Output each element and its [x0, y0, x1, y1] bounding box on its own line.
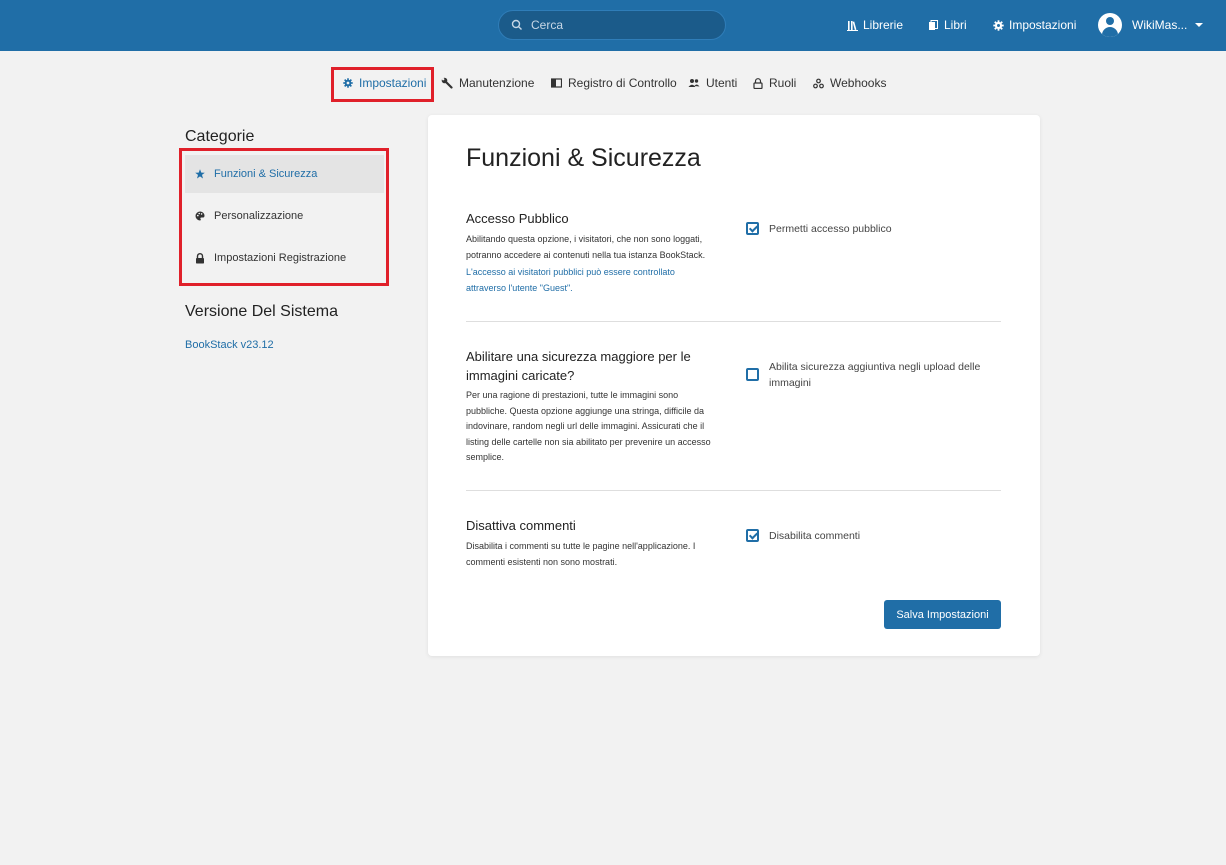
highlight-box [331, 67, 434, 102]
page-title: Funzioni & Sicurezza [466, 144, 701, 172]
header-nav-label: Librerie [863, 18, 904, 32]
disable-comments-checkbox[interactable] [746, 529, 759, 542]
image-security-checkbox[interactable] [746, 368, 759, 381]
settings-card: Funzioni & Sicurezza Accesso Pubblico Ab… [428, 115, 1040, 656]
wrench-icon [441, 77, 453, 89]
disable-comments-checkbox-row[interactable]: Disabilita commenti [746, 529, 994, 545]
section-description: Abilitando questa opzione, i visitatori,… [466, 234, 706, 260]
chevron-down-icon [1195, 23, 1204, 27]
tab-ruoli[interactable]: Ruoli [753, 75, 796, 91]
tab-label: Registro di Controllo [568, 76, 677, 90]
version-link[interactable]: BookStack v23.12 [185, 339, 274, 351]
tab-label: Webhooks [830, 76, 887, 90]
public-access-checkbox-row[interactable]: Permetti accesso pubblico [746, 222, 994, 238]
user-menu[interactable]: WikiMas... [1098, 13, 1204, 37]
image-security-checkbox-row[interactable]: Abilita sicurezza aggiuntiva negli uploa… [746, 360, 994, 391]
checkbox-label: Permetti accesso pubblico [769, 223, 892, 235]
users-icon [688, 79, 700, 87]
section-description: Per una ragione di prestazioni, tutte le… [466, 390, 711, 462]
books-icon [929, 19, 938, 30]
top-header: Librerie Libri Impostazioni WikiMas... [0, 0, 1226, 51]
tab-registro-di-controllo[interactable]: Registro di Controllo [551, 75, 677, 91]
tab-label: Manutenzione [459, 76, 535, 90]
checkbox-label: Disabilita commenti [769, 530, 861, 542]
section-title: Disattiva commenti [466, 518, 576, 533]
search-box[interactable] [498, 10, 726, 40]
header-nav-libri[interactable]: Libri [928, 17, 967, 33]
guest-user-link[interactable]: L'accesso ai visitatori pubblici può ess… [466, 265, 716, 296]
system-version-title: Versione Del Sistema [185, 303, 338, 320]
tab-webhooks[interactable]: Webhooks [813, 75, 886, 91]
bookshelf-icon [847, 20, 858, 31]
header-nav-label: Libri [944, 18, 967, 32]
header-nav-impostazioni[interactable]: Impostazioni [993, 17, 1076, 33]
audit-log-icon [551, 78, 562, 88]
section-description: Disabilita i commenti su tutte le pagine… [466, 541, 696, 567]
webhooks-icon [813, 78, 824, 88]
save-settings-button[interactable]: Salva Impostazioni [884, 600, 1001, 629]
section-title: Accesso Pubblico [466, 211, 569, 226]
avatar [1098, 13, 1122, 37]
search-input[interactable] [531, 16, 716, 34]
public-access-checkbox[interactable] [746, 222, 759, 235]
section-title: Abilitare una sicurezza maggiore per le … [466, 349, 691, 383]
header-nav-label: Impostazioni [1009, 18, 1077, 32]
tab-utenti[interactable]: Utenti [688, 75, 737, 91]
user-name: WikiMas... [1132, 18, 1188, 32]
lock-icon [753, 77, 763, 89]
checkbox-label: Abilita sicurezza aggiuntiva negli uploa… [769, 361, 981, 389]
divider [466, 321, 1001, 322]
tab-manutenzione[interactable]: Manutenzione [441, 75, 534, 91]
search-icon [511, 19, 522, 30]
highlight-box [179, 148, 389, 286]
divider [466, 490, 1001, 491]
tab-label: Ruoli [769, 76, 797, 90]
tab-label: Utenti [706, 76, 738, 90]
header-nav-librerie[interactable]: Librerie [847, 17, 903, 33]
gear-icon [993, 19, 1004, 31]
categories-title: Categorie [185, 128, 255, 145]
